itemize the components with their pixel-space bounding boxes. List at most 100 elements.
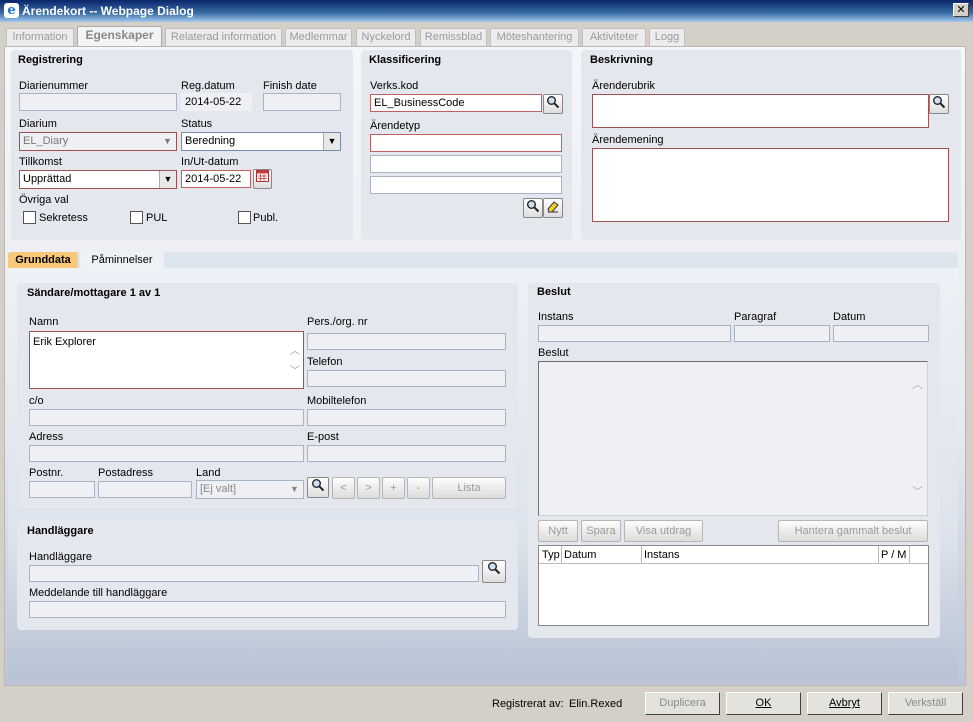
hantera-gammalt-beslut-button[interactable]: Hantera gammalt beslut [778, 520, 928, 542]
duplicera-button[interactable]: Duplicera [645, 692, 720, 715]
epost-label: E-post [307, 431, 339, 443]
telefon-field[interactable] [307, 370, 506, 387]
search-icon[interactable] [929, 94, 949, 114]
arendetyp-field-1[interactable] [370, 134, 562, 152]
namn-label: Namn [29, 316, 59, 328]
mobiltelefon-field[interactable] [307, 409, 506, 426]
diarienummer-field[interactable] [19, 93, 177, 111]
sandare-section [17, 283, 518, 508]
spara-button[interactable]: Spara [581, 520, 621, 542]
beslut-text-label: Beslut [538, 347, 569, 359]
col-instans[interactable]: Instans [644, 549, 679, 561]
instans-field[interactable] [538, 325, 731, 342]
diarienummer-label: Diarienummer [19, 80, 89, 92]
datum-field[interactable] [833, 325, 929, 342]
tab-relaterad-information[interactable]: Relaterad information [165, 28, 282, 46]
publ-label: Publ. [253, 212, 279, 224]
col-pm[interactable]: P / M [881, 549, 906, 561]
beslut-textarea[interactable]: ︿ ﹀ [538, 361, 928, 516]
arenderubrik-label: Ärenderubrik [592, 80, 655, 92]
arendemening-field[interactable] [592, 148, 949, 222]
tab-moteshantering[interactable]: Möteshantering [490, 28, 579, 46]
next-button[interactable]: > [357, 477, 380, 499]
tab-information[interactable]: Information [6, 28, 74, 46]
tab-egenskaper[interactable]: Egenskaper [77, 26, 162, 47]
finish-date-label: Finish date [263, 80, 317, 92]
publ-checkbox[interactable] [238, 211, 251, 224]
add-button[interactable]: + [382, 477, 405, 499]
tab-paminnelser[interactable]: Påminnelser [80, 252, 164, 268]
status-value: Beredning [185, 135, 236, 147]
chevron-down-icon: ▼ [159, 133, 176, 150]
scroll-down-icon[interactable]: ﹀ [290, 362, 300, 377]
verkskod-field[interactable]: EL_BusinessCode [370, 94, 542, 112]
postadress-label: Postadress [98, 467, 154, 479]
registrering-title: Registrering [18, 54, 83, 66]
search-icon[interactable] [482, 560, 506, 583]
scroll-down-icon[interactable]: ﹀ [912, 483, 923, 499]
meddelande-field[interactable] [29, 601, 506, 618]
adress-field[interactable] [29, 445, 304, 462]
diarium-select[interactable]: EL_Diary ▼ [19, 132, 177, 151]
namn-value: Erik Explorer [33, 336, 96, 348]
registrerat-av-value: Elin.Rexed [569, 698, 623, 710]
ok-button[interactable]: OK [726, 692, 801, 715]
meddelande-label: Meddelande till handläggare [29, 587, 168, 599]
ovriga-val-label: Övriga val [19, 194, 69, 206]
close-button[interactable]: ✕ [953, 3, 969, 17]
tab-nyckelord[interactable]: Nyckelord [356, 28, 416, 46]
sekretess-label: Sekretess [39, 212, 88, 224]
scroll-up-icon[interactable]: ︿ [912, 376, 923, 392]
finish-date-field[interactable] [263, 93, 341, 111]
land-value: [Ej valt] [200, 483, 237, 495]
search-icon[interactable] [307, 477, 329, 498]
col-typ[interactable]: Typ [542, 549, 560, 561]
tillkomst-select[interactable]: Upprättad ▼ [19, 170, 177, 189]
inut-datum-field[interactable]: 2014-05-22 [181, 170, 251, 188]
land-select[interactable]: [Ej valt] ▼ [196, 480, 304, 499]
pul-label: PUL [146, 212, 168, 224]
persorg-field[interactable] [307, 333, 506, 350]
tab-remissblad[interactable]: Remissblad [420, 28, 487, 46]
tab-logg[interactable]: Logg [649, 28, 685, 46]
tab-aktiviteter[interactable]: Aktiviteter [582, 28, 646, 46]
arendetyp-field-2[interactable] [370, 155, 562, 173]
registrerat-av-label: Registrerat av: [492, 698, 564, 710]
calendar-icon[interactable] [253, 169, 272, 189]
tab-medlemmar[interactable]: Medlemmar [285, 28, 352, 46]
lista-button[interactable]: Lista [432, 477, 506, 499]
arendetyp-label: Ärendetyp [370, 120, 421, 132]
status-select[interactable]: Beredning ▼ [181, 132, 341, 151]
epost-field[interactable] [307, 445, 506, 462]
arendetyp-field-3[interactable] [370, 176, 562, 194]
tab-grunddata[interactable]: Grunddata [8, 252, 78, 268]
sekretess-checkbox[interactable] [23, 211, 36, 224]
search-icon[interactable] [523, 198, 543, 218]
scroll-up-icon[interactable]: ︿ [290, 342, 300, 357]
eraser-icon[interactable] [543, 198, 563, 218]
arendemening-label: Ärendemening [592, 134, 664, 146]
handlaggare-label: Handläggare [29, 551, 92, 563]
col-datum[interactable]: Datum [564, 549, 596, 561]
col-divider [561, 546, 562, 564]
handlaggare-field[interactable] [29, 565, 479, 582]
co-label: c/o [29, 395, 44, 407]
chevron-down-icon: ▼ [286, 481, 303, 498]
paragraf-field[interactable] [734, 325, 830, 342]
beslut-title: Beslut [537, 286, 571, 298]
prev-button[interactable]: < [332, 477, 355, 499]
arenderubrik-field[interactable] [592, 94, 929, 128]
namn-field[interactable]: Erik Explorer ︿ ﹀ [29, 331, 304, 389]
co-field[interactable] [29, 409, 304, 426]
nytt-button[interactable]: Nytt [538, 520, 578, 542]
ie-icon: e [4, 3, 19, 18]
avbryt-button[interactable]: Avbryt [807, 692, 882, 715]
remove-button[interactable]: - [407, 477, 430, 499]
chevron-down-icon: ▼ [159, 171, 176, 188]
visa-utdrag-button[interactable]: Visa utdrag [624, 520, 703, 542]
pul-checkbox[interactable] [130, 211, 143, 224]
postadress-field[interactable] [98, 481, 192, 498]
search-icon[interactable] [543, 94, 563, 114]
verkstall-button[interactable]: Verkställ [888, 692, 963, 715]
postnr-field[interactable] [29, 481, 95, 498]
